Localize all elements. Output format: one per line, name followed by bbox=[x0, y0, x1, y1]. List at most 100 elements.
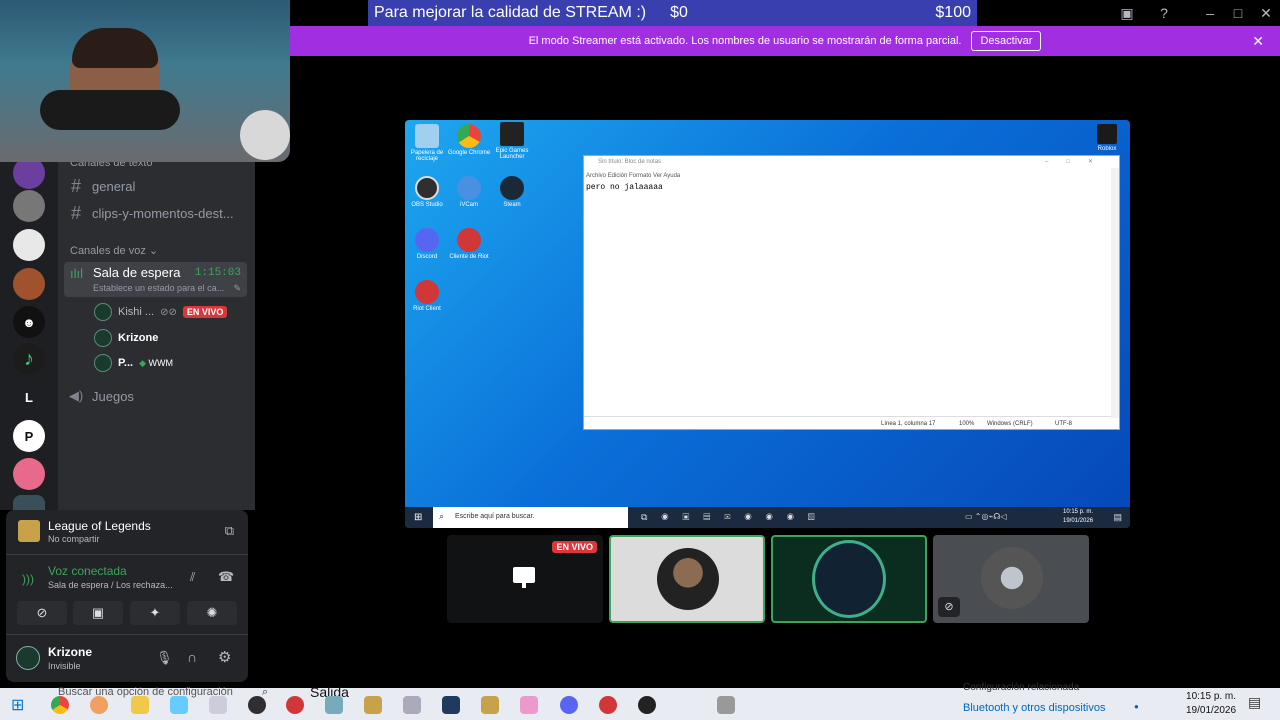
obs-icon[interactable] bbox=[248, 696, 266, 714]
close-window-button[interactable]: ✕ bbox=[1252, 0, 1280, 26]
soundboard-button[interactable]: ✺ bbox=[187, 601, 237, 625]
channel-clips[interactable]: # clips-y-momentos-dest... bbox=[68, 201, 247, 225]
inbox-icon[interactable]: ▣ bbox=[1113, 0, 1141, 26]
donation-current: $0 bbox=[670, 4, 688, 21]
ivcam-icon[interactable]: iVCam bbox=[447, 176, 491, 208]
server-icon[interactable]: ☻ bbox=[13, 306, 45, 338]
disconnect-icon[interactable]: ☎ bbox=[218, 569, 234, 585]
voice-connected-sub: Sala de espera / Los rechaza... bbox=[48, 580, 173, 590]
server-icon[interactable] bbox=[13, 458, 45, 490]
riot-client-icon[interactable]: Cliente de Riot bbox=[447, 228, 491, 260]
voice-user-name: Kishi ... bbox=[118, 306, 155, 318]
notepad-window[interactable]: Sin título: Bloc de notas –□✕ Archivo Ed… bbox=[583, 155, 1120, 430]
signal-icon: ))) bbox=[22, 572, 34, 586]
windows-start-icon[interactable]: ⊞ bbox=[11, 695, 24, 715]
avatar bbox=[94, 354, 112, 372]
stream-clock: 10:15 p. m. 19/01/2026 bbox=[1063, 509, 1094, 524]
voice-user-name: P... bbox=[118, 357, 134, 369]
avatar[interactable] bbox=[16, 646, 40, 670]
streamer-mode-text: El modo Streamer está activado. Los nomb… bbox=[528, 35, 962, 47]
voice-connected-title[interactable]: Voz conectada bbox=[48, 564, 127, 578]
activity-tag: ◆ WWM bbox=[139, 357, 174, 368]
voice-channel-name: Sala de espera bbox=[93, 265, 181, 280]
camera-button[interactable]: ⊘ bbox=[17, 601, 67, 625]
app-icon[interactable] bbox=[520, 696, 538, 714]
app-icon[interactable] bbox=[442, 696, 460, 714]
mic-icon[interactable]: 🎙︎ bbox=[156, 650, 173, 666]
league-icon[interactable] bbox=[481, 696, 499, 714]
folder-icon[interactable] bbox=[131, 696, 149, 714]
activities-button[interactable]: ✦ bbox=[130, 601, 180, 625]
notepad-menu[interactable]: Archivo Edición Formato Ver Ayuda bbox=[586, 173, 680, 179]
participant-tile[interactable] bbox=[609, 535, 765, 623]
channel-general[interactable]: # general bbox=[68, 174, 247, 198]
user-panel: League of Legends No compartir ⧉ ))) Voz… bbox=[6, 510, 248, 682]
app-icon[interactable] bbox=[209, 696, 227, 714]
riot-icon[interactable] bbox=[286, 696, 304, 714]
participant-tile[interactable]: ⊘ bbox=[933, 535, 1089, 623]
server-icon[interactable]: ♪ bbox=[13, 343, 45, 375]
app-icon[interactable] bbox=[403, 696, 421, 714]
search-icon: ⌕ bbox=[439, 511, 445, 521]
deactivate-button[interactable]: Desactivar bbox=[971, 31, 1042, 51]
voice-user-name: Krizone bbox=[118, 332, 159, 344]
voice-channel-active[interactable]: ılıl Sala de espera 1:15:03 Establece un… bbox=[64, 262, 247, 297]
league-icon[interactable] bbox=[364, 696, 382, 714]
close-icon[interactable]: ✕ bbox=[1252, 33, 1264, 50]
noise-icon[interactable]: ⫽ bbox=[190, 570, 195, 585]
gear-icon[interactable]: ⚙ bbox=[218, 648, 231, 666]
chrome-icon[interactable]: Google Chrome bbox=[447, 124, 491, 156]
screen-share-button[interactable]: ▣ bbox=[73, 601, 123, 625]
roblox-icon[interactable]: Roblox bbox=[1085, 124, 1129, 152]
notepad-text[interactable]: pero no jalaaaaa bbox=[586, 183, 663, 192]
stream-view[interactable]: Papelera de reciclaje Google Chrome Epic… bbox=[405, 120, 1130, 528]
server-icon[interactable]: P bbox=[13, 420, 45, 452]
chrome-icon[interactable] bbox=[51, 696, 69, 714]
minimize-button[interactable]: – bbox=[1196, 0, 1224, 26]
server-icon[interactable] bbox=[13, 495, 45, 510]
app-icon[interactable] bbox=[717, 696, 735, 714]
windows-start-icon: ⊞ bbox=[414, 512, 423, 523]
user-status: Invisible bbox=[48, 661, 81, 671]
steam-icon[interactable]: Steam bbox=[490, 176, 534, 208]
server-icon-letter[interactable]: L bbox=[13, 381, 45, 413]
status-position: Línea 1, columna 17 bbox=[881, 421, 936, 427]
headphones-icon[interactable]: ∩ bbox=[187, 649, 197, 665]
server-icon[interactable] bbox=[13, 268, 45, 300]
participant-tile-stream[interactable]: EN VIVO bbox=[447, 535, 603, 623]
voice-status: Establece un estado para el ca... bbox=[93, 283, 225, 293]
game-icon bbox=[18, 520, 40, 542]
donation-banner: Para mejorar la calidad de STREAM :) $0 … bbox=[368, 0, 977, 26]
app-icon[interactable] bbox=[90, 696, 108, 714]
notification-icon[interactable]: ▤ bbox=[1248, 694, 1261, 711]
server-icon[interactable] bbox=[13, 229, 45, 261]
maximize-button[interactable]: □ bbox=[1224, 0, 1252, 26]
user-name[interactable]: Krizone bbox=[48, 645, 92, 659]
stream-taskbar: ⊞ ⌕ Escribe aquí para buscar. ⧉◉▣▤✉◉◉◉▧ … bbox=[405, 507, 1130, 528]
discord-icon[interactable] bbox=[560, 696, 578, 714]
voice-user[interactable]: Krizone bbox=[94, 327, 158, 349]
donation-text: Para mejorar la calidad de STREAM :) bbox=[374, 4, 647, 21]
pencil-icon[interactable]: ✎ bbox=[233, 283, 241, 294]
voice-channels-header[interactable]: Canales de voz ⌄ bbox=[70, 244, 158, 257]
server-icon[interactable] bbox=[13, 190, 45, 222]
epic-games-icon[interactable]: Epic Games Launcher bbox=[490, 122, 534, 160]
app-icon[interactable] bbox=[170, 696, 188, 714]
discord-icon[interactable]: Discord bbox=[405, 228, 449, 260]
media-player-icon[interactable] bbox=[638, 696, 656, 714]
donation-goal: $100 bbox=[935, 4, 971, 21]
riot-client-icon[interactable]: Riot Client bbox=[405, 280, 449, 312]
taskbar-clock[interactable]: 10:15 p. m. 19/01/2026 bbox=[1186, 690, 1236, 718]
share-screen-icon[interactable]: ⧉ bbox=[225, 523, 234, 539]
participant-tile[interactable] bbox=[771, 535, 927, 623]
app-icon[interactable] bbox=[325, 696, 343, 714]
bluetooth-link[interactable]: Bluetooth y otros dispositivos bbox=[963, 702, 1105, 714]
recycle-bin-icon[interactable]: Papelera de reciclaje bbox=[405, 124, 449, 162]
notepad-controls[interactable]: –□✕ bbox=[1045, 158, 1111, 165]
obs-icon[interactable]: OBS Studio bbox=[405, 176, 449, 208]
voice-user[interactable]: Kishi ... ⊘⊘ EN VIVO bbox=[94, 301, 228, 323]
riot-icon[interactable] bbox=[599, 696, 617, 714]
help-icon[interactable]: ? bbox=[1150, 0, 1178, 26]
voice-user[interactable]: P... ◆ WWM bbox=[94, 352, 173, 374]
voice-channel-juegos[interactable]: ◀) Juegos bbox=[68, 384, 247, 408]
